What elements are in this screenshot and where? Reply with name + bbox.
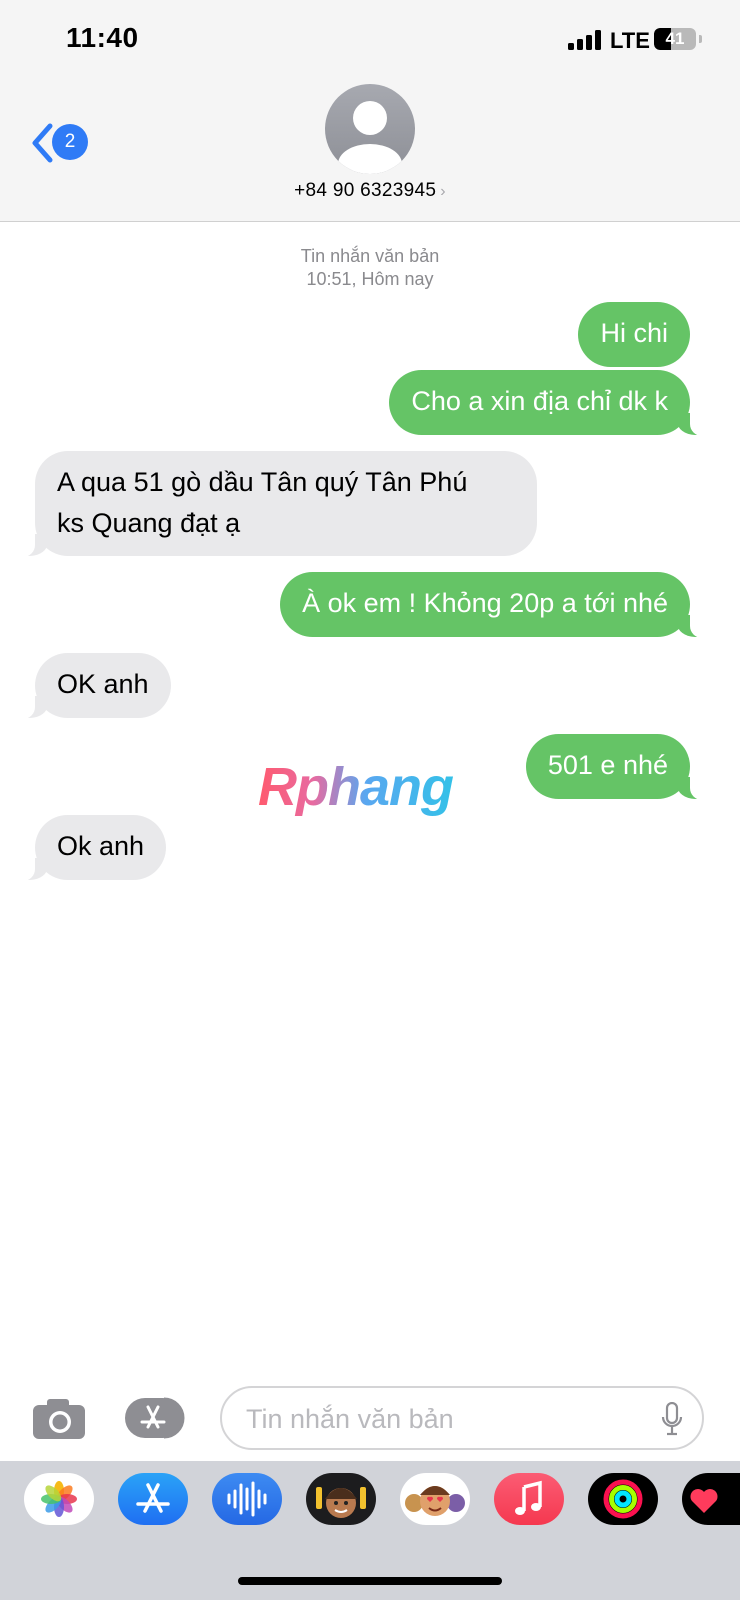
message-timestamp: Tin nhắn văn bản 10:51, Hôm nay [0,245,740,291]
app-store-icon [125,1397,185,1439]
person-silhouette-icon [338,101,402,174]
cellular-signal-icon [568,30,602,50]
message-text-line: ks Quang đạt ạ [57,508,241,538]
back-button[interactable]: 2 [26,120,96,164]
compose-bar [0,1370,740,1460]
unread-count-badge: 2 [52,124,88,160]
camera-icon [33,1399,85,1439]
contact-number: +84 90 6323945 [294,180,437,201]
message-bubble-incoming[interactable]: A qua 51 gò dầu Tân quý Tân Phú ks Quang… [18,451,537,557]
contact-avatar[interactable] [325,84,415,174]
home-indicator[interactable] [238,1577,502,1585]
chevron-right-icon: › [440,183,446,200]
music-icon[interactable] [494,1473,564,1525]
message-text: OK anh [57,669,149,699]
message-type-label: Tin nhắn văn bản [300,246,440,266]
message-text: Hi chi [600,318,668,348]
memoji-icon[interactable] [306,1473,376,1525]
message-text: Cho a xin địa chỉ dk k [411,386,668,416]
message-bubble-incoming[interactable]: OK anh [18,653,171,719]
message-bubble-outgoing[interactable]: 501 e nhé [525,734,708,800]
audio-message-icon[interactable] [212,1473,282,1525]
message-text: Ok anh [57,831,145,861]
message-bubble-outgoing[interactable]: À ok em ! Khỏng 20p a tới nhé [280,572,707,638]
watermark-logo: Rphang [258,757,454,817]
photos-icon[interactable] [24,1473,94,1525]
app-store-icon[interactable] [118,1473,188,1525]
message-text: 501 e nhé [547,750,668,780]
network-type: LTE [610,28,650,53]
memoji-stickers-icon[interactable] [400,1473,470,1525]
message-text-line: A qua 51 gò dầu Tân quý Tân Phú [57,467,468,497]
message-bubble-outgoing[interactable]: Hi chi [578,302,690,367]
message-input-field[interactable] [220,1386,704,1450]
heart-sticker-icon[interactable] [682,1473,740,1525]
battery-cap [699,35,702,43]
apps-button[interactable] [124,1397,190,1439]
camera-button[interactable] [32,1398,86,1440]
status-time: 11:40 [66,22,139,53]
message-text: À ok em ! Khỏng 20p a tới nhé [302,588,668,618]
message-input[interactable] [244,1398,638,1440]
battery-percent: 41 [665,29,685,48]
contact-name[interactable]: +84 90 6323945 › [0,180,740,202]
message-bubble-incoming[interactable]: Ok anh [17,815,167,881]
message-time-label: 10:51, Hôm nay [306,269,434,289]
conversation-header: 2 +84 90 6323945 › [0,80,740,222]
battery-icon: 41 [654,28,696,50]
message-bubble-outgoing[interactable]: Cho a xin địa chỉ dk k [389,370,707,436]
activity-icon[interactable] [588,1473,658,1525]
microphone-icon[interactable] [660,1402,684,1436]
chevron-left-icon [32,123,53,163]
status-bar: 11:40 LTE 41 [0,0,740,80]
